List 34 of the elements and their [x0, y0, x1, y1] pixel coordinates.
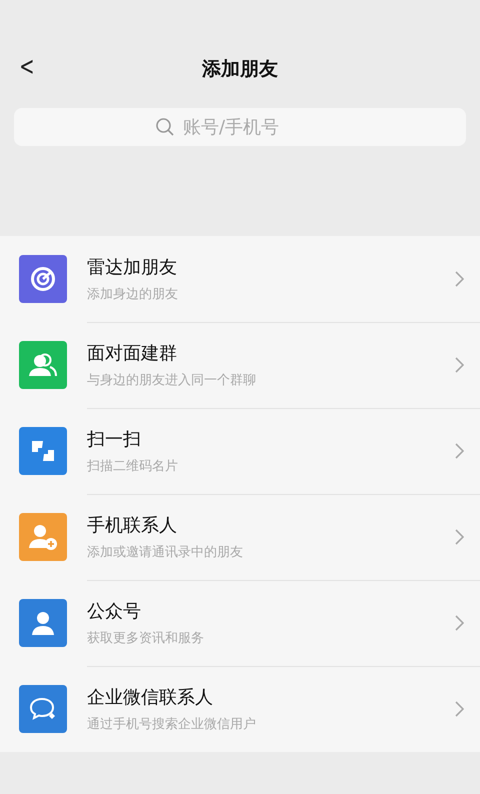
- item-subtitle: 添加身边的朋友: [87, 286, 179, 302]
- search-field[interactable]: 账号/手机号: [181, 116, 325, 138]
- target-icon: [30, 266, 56, 292]
- back-button[interactable]: <: [15, 52, 39, 82]
- item-subtitle: 与身边的朋友进入同一个群聊: [87, 372, 257, 388]
- item-subtitle: 扫描二维码名片: [87, 458, 179, 474]
- person-icon: [29, 609, 57, 637]
- chevron-icon: [455, 442, 464, 458]
- chevron-icon: [455, 701, 464, 717]
- chevron-icon: [455, 614, 464, 630]
- item-title: 公众号: [87, 600, 142, 622]
- item-title: 扫一扫: [87, 428, 142, 450]
- item-title: 企业微信联系人: [87, 686, 214, 709]
- add-person-icon: [28, 523, 58, 551]
- chevron-icon: [455, 356, 464, 372]
- item-subtitle: 获取更多资讯和服务: [87, 630, 205, 646]
- chevron-icon: [455, 270, 464, 286]
- menu-item[interactable]: 手机联系人 添加或邀请通讯录中的朋友: [0, 494, 480, 580]
- item-subtitle: 通过手机号搜索企业微信用户: [87, 716, 257, 733]
- item-title: 雷达加朋友: [87, 256, 178, 278]
- menu-item[interactable]: 企业微信联系人 通过手机号搜索企业微信用户: [0, 666, 480, 752]
- page-title: 添加朋友: [202, 57, 278, 82]
- item-subtitle: 添加或邀请通讯录中的朋友: [87, 544, 244, 560]
- item-title: 面对面建群: [87, 342, 178, 364]
- menu-item[interactable]: 面对面建群 与身边的朋友进入同一个群聊: [0, 322, 480, 408]
- people-icon: [28, 352, 58, 378]
- scan-icon: [29, 438, 57, 464]
- menu-item[interactable]: 公众号 获取更多资讯和服务: [0, 580, 480, 666]
- menu-item[interactable]: 雷达加朋友 添加身边的朋友: [0, 236, 480, 322]
- search-icon: [155, 117, 175, 137]
- item-title: 手机联系人: [87, 514, 178, 536]
- chat-bubble-icon: [29, 696, 57, 722]
- menu-item[interactable]: 扫一扫 扫描二维码名片: [0, 408, 480, 494]
- chevron-icon: [455, 528, 464, 544]
